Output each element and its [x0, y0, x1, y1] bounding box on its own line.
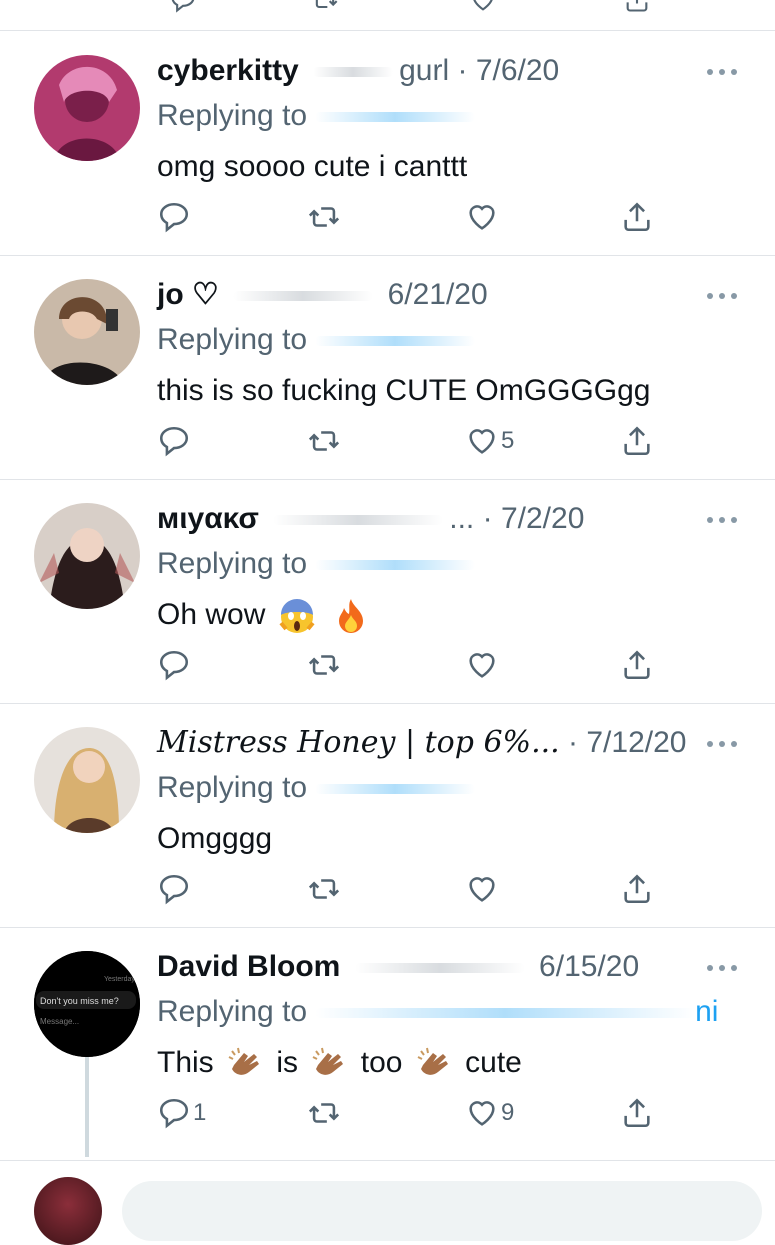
like-icon[interactable] [465, 647, 499, 683]
avatar[interactable] [34, 503, 140, 609]
reply-text: This is too cute [157, 1043, 522, 1083]
share-icon[interactable] [620, 423, 654, 459]
reply-icon[interactable] [157, 871, 191, 907]
reply-input[interactable] [122, 1181, 762, 1241]
reply-header: jo ♡ 6/21/20 [157, 277, 685, 313]
previous-reply-actions [0, 0, 775, 31]
reply-text: omg soooo cute i canttt [157, 150, 468, 183]
like-icon[interactable] [468, 0, 498, 14]
display-name[interactable]: мιуακσ [157, 502, 259, 535]
share-icon[interactable] [620, 1095, 654, 1131]
share-icon[interactable] [620, 647, 654, 683]
replying-handle[interactable] [315, 336, 476, 347]
like-count: 9 [501, 1099, 515, 1126]
like-count: 5 [501, 427, 515, 454]
more-icon[interactable] [707, 291, 737, 301]
avatar-text: Message... [40, 1017, 79, 1026]
replying-to: Replying to [157, 322, 476, 358]
reply-icon[interactable] [157, 199, 191, 235]
timestamp[interactable]: 7/12/20 [586, 726, 686, 759]
replying-handle[interactable] [315, 784, 476, 795]
display-name[interactable]: jo ♡ [157, 278, 219, 311]
action-bar [157, 199, 657, 239]
share-icon[interactable] [620, 199, 654, 235]
screaming-face-emoji [278, 597, 316, 635]
reply-text: this is so fucking CUTE OmGGGGgg [157, 374, 651, 407]
action-bar [157, 647, 657, 687]
reply-item[interactable]: 𝑀𝑖𝑠𝑡𝑟𝑒𝑠𝑠 𝐻𝑜𝑛𝑒𝑦 | top 6%... · 7/12/20 Rep… [0, 703, 775, 928]
display-name[interactable]: cyberkitty [157, 54, 299, 87]
retweet-icon[interactable] [307, 647, 341, 683]
retweet-icon[interactable] [307, 423, 341, 459]
more-icon[interactable] [707, 963, 737, 973]
retweet-icon[interactable] [307, 199, 341, 235]
reply-header: cyberkitty gurl · 7/6/20 [157, 54, 560, 87]
reply-button[interactable]: 1 [157, 1095, 206, 1131]
reply-item[interactable]: jo ♡ 6/21/20 Replying to this is so fuck… [0, 255, 775, 480]
share-icon[interactable] [620, 871, 654, 907]
reply-composer [0, 1161, 775, 1245]
timestamp[interactable]: 7/6/20 [476, 54, 559, 87]
action-bar [157, 871, 657, 911]
reply-item[interactable]: Yesterday Don't you miss me? Message... … [0, 927, 775, 1161]
replying-handle[interactable] [315, 112, 476, 123]
display-name[interactable]: 𝑀𝑖𝑠𝑡𝑟𝑒𝑠𝑠 𝐻𝑜𝑛𝑒𝑦 | top 6%... [157, 725, 560, 760]
more-icon[interactable] [707, 67, 737, 77]
replying-handle[interactable]: ni [695, 995, 718, 1028]
thread-line [85, 1057, 89, 1157]
more-icon[interactable] [707, 739, 737, 749]
clapping-hands-emoji [310, 1045, 348, 1083]
like-button[interactable]: 9 [465, 1095, 514, 1131]
reply-icon[interactable] [157, 647, 191, 683]
avatar[interactable] [34, 1177, 102, 1245]
avatar[interactable] [34, 55, 140, 161]
like-icon [469, 1101, 495, 1126]
replying-to: Replying to [157, 770, 476, 806]
avatar[interactable]: Yesterday Don't you miss me? Message... [34, 951, 140, 1057]
clapping-hands-emoji [226, 1045, 264, 1083]
avatar-text: Don't you miss me? [40, 996, 119, 1006]
avatar[interactable] [34, 727, 140, 833]
replying-to: Replying to [157, 546, 476, 582]
handle[interactable]: gurl [399, 54, 449, 87]
reply-item[interactable]: мιуακσ ... · 7/2/20 Replying to Oh wow [0, 479, 775, 704]
action-bar: 1 9 [157, 1095, 657, 1135]
replying-to: Replying to [157, 98, 476, 134]
display-name[interactable]: David Bloom [157, 950, 340, 983]
retweet-icon[interactable] [307, 1095, 341, 1131]
action-bar: 5 [157, 423, 657, 463]
retweet-icon[interactable] [310, 0, 340, 14]
fire-emoji [332, 597, 370, 635]
retweet-icon[interactable] [307, 871, 341, 907]
clapping-hands-emoji [415, 1045, 453, 1083]
reply-count: 1 [193, 1099, 207, 1126]
like-icon[interactable] [465, 199, 499, 235]
replying-handle[interactable] [315, 560, 476, 571]
avatar-text: Yesterday [104, 976, 135, 983]
reply-item[interactable]: cyberkitty gurl · 7/6/20 Replying to omg… [0, 31, 775, 256]
reply-header: David Bloom 6/15/20 [157, 949, 685, 985]
reply-text: Omgggg [157, 822, 273, 855]
like-icon[interactable] [465, 871, 499, 907]
timestamp[interactable]: 6/21/20 [388, 278, 488, 311]
more-icon[interactable] [707, 515, 737, 525]
reply-text: Oh wow [157, 595, 374, 635]
timestamp[interactable]: 7/2/20 [501, 502, 584, 535]
like-button[interactable]: 5 [465, 423, 514, 459]
reply-icon [159, 1098, 189, 1129]
timestamp[interactable]: 6/15/20 [539, 950, 639, 983]
avatar[interactable] [34, 279, 140, 385]
replying-to: Replying to ni [157, 995, 719, 1028]
share-icon[interactable] [622, 0, 652, 14]
reply-icon[interactable] [168, 0, 198, 14]
handle[interactable]: ... [449, 502, 474, 535]
reply-header: 𝑀𝑖𝑠𝑡𝑟𝑒𝑠𝑠 𝐻𝑜𝑛𝑒𝑦 | top 6%... · 7/12/20 [157, 725, 687, 760]
like-icon [469, 429, 495, 454]
reply-icon[interactable] [157, 423, 191, 459]
reply-header: мιуακσ ... · 7/2/20 [157, 502, 585, 535]
